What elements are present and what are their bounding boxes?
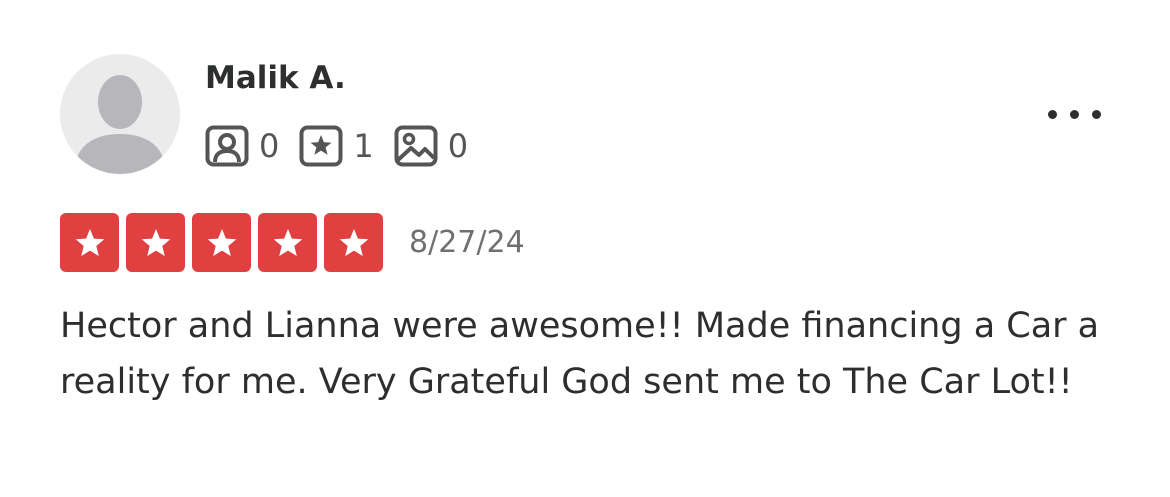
reviews-count: 1: [353, 127, 374, 165]
star-icon: [339, 228, 368, 256]
rating-star-2: [126, 213, 185, 272]
photos-stat: 0: [394, 124, 468, 168]
star-icon: [75, 228, 104, 256]
star-icon: [141, 228, 170, 256]
review-text: Hector and Lianna were awesome!! Made fi…: [60, 306, 1100, 402]
avatar[interactable]: [60, 54, 180, 174]
star-icon: [273, 228, 302, 256]
friends-stat: 0: [205, 124, 279, 168]
more-options-button[interactable]: [1036, 96, 1112, 132]
review-date: 8/27/24: [409, 225, 525, 260]
friends-icon: [205, 125, 249, 167]
rating-star-4: [258, 213, 317, 272]
star-rating: [60, 213, 390, 272]
user-stats: 0 1 0: [205, 124, 488, 168]
more-options-icon: [1041, 109, 1107, 119]
user-name[interactable]: Malik A.: [205, 56, 346, 100]
friends-count: 0: [259, 127, 280, 165]
photo-icon: [394, 125, 438, 167]
reviews-stat: 1: [299, 124, 374, 168]
photos-count: 0: [447, 127, 469, 165]
star-icon: [207, 228, 236, 256]
review-star-icon: [299, 125, 343, 167]
rating-star-1: [60, 213, 119, 272]
rating-star-5: [324, 213, 383, 272]
rating-star-3: [192, 213, 251, 272]
default-user-avatar-icon: [74, 75, 166, 174]
